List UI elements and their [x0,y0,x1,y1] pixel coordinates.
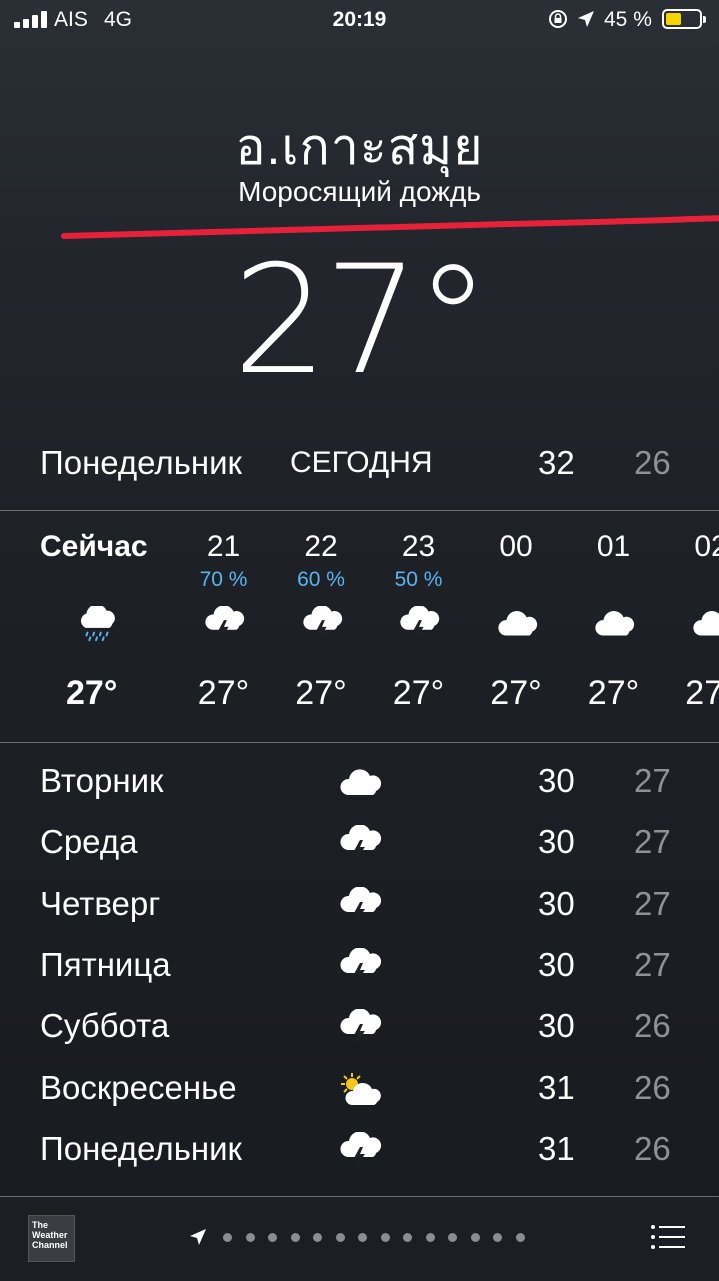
day-name: Понедельник [40,1130,242,1168]
page-dot[interactable] [516,1233,525,1242]
current-temperature: 27° [0,234,719,408]
daily-forecast-row: Воскресенье 31 26 [0,1059,719,1120]
thunderstorm-icon [338,1132,382,1170]
thunderstorm-icon [301,606,343,642]
day-low: 27 [634,946,671,984]
hour-temperature: 27° [663,674,719,713]
today-high: 32 [538,444,575,482]
daily-forecast-row: Среда 30 27 [0,813,719,874]
day-high: 31 [538,1130,575,1168]
day-name: Вторник [40,762,163,800]
day-low: 27 [634,762,671,800]
hour-label: 23 [370,530,467,564]
page-dot[interactable] [291,1233,300,1242]
daily-forecast-row: Четверг 30 27 [0,875,719,936]
day-name: Суббота [40,1007,169,1045]
day-low: 27 [634,885,671,923]
cloud-icon [496,606,538,642]
divider [0,510,719,511]
thunderstorm-icon [338,887,382,925]
page-dot[interactable] [471,1233,480,1242]
battery-percent: 45 % [604,8,652,32]
hour-label: 01 [565,530,662,564]
hour-temperature: 27° [273,674,370,713]
location-arrow-icon [576,9,596,29]
day-low: 26 [634,1007,671,1045]
thunderstorm-icon [338,825,382,863]
day-low: 27 [634,823,671,861]
day-high: 30 [538,823,575,861]
day-name: Пятница [40,946,171,984]
weather-channel-logo[interactable]: The Weather Channel [28,1215,75,1262]
day-low: 26 [634,1069,671,1107]
day-high: 30 [538,762,575,800]
today-day-name: Понедельник [40,444,242,482]
hour-temperature: 27° [565,674,662,713]
day-name: Среда [40,823,137,861]
page-dot[interactable] [268,1233,277,1242]
hour-label: 21 [175,530,272,564]
bottom-toolbar: The Weather Channel [0,1196,719,1281]
day-high: 30 [538,885,575,923]
page-dot[interactable] [246,1233,255,1242]
hourly-forecast-scroller[interactable]: Сейчас 27° 21 70 % 27° 22 60 % 27° 23 50 % 27° 00 27… [0,512,719,742]
list-icon[interactable] [650,1223,686,1251]
daily-forecast-row: Вторник 30 27 [0,752,719,813]
precip-chance: 70 % [175,568,272,592]
day-high: 31 [538,1069,575,1107]
thunderstorm-icon [398,606,440,642]
day-name: Воскресенье [40,1069,237,1107]
thunderstorm-icon [338,948,382,986]
day-high: 30 [538,1007,575,1045]
daily-forecast-row: Пятница 30 27 [0,936,719,997]
precip-chance: 60 % [273,568,370,592]
thunderstorm-icon [203,606,245,642]
page-dot[interactable] [493,1233,502,1242]
weather-condition: Моросящий дождь [0,176,719,208]
daily-forecast-row: Суббота 30 26 [0,997,719,1058]
precip-chance: 50 % [370,568,467,592]
hour-label: Сейчас [40,530,158,564]
cloud-icon [691,606,719,642]
day-name: Четверг [40,885,160,923]
thunderstorm-icon [338,1009,382,1047]
hour-temperature: 27° [468,674,565,713]
partly-sunny-icon [338,1071,382,1109]
today-summary-row: Понедельник СЕГОДНЯ 32 26 [0,444,719,488]
rotation-lock-icon [548,9,568,29]
hour-label: 22 [273,530,370,564]
day-low: 26 [634,1130,671,1168]
cloud-icon [593,606,635,642]
status-bar: AIS 4G 20:19 45 % [0,0,719,40]
battery-fill [666,13,681,25]
divider [0,742,719,743]
page-dot[interactable] [223,1233,232,1242]
hour-temperature: 27° [370,674,467,713]
page-dot[interactable] [336,1233,345,1242]
hour-temperature: 27° [175,674,272,713]
battery-icon [662,9,702,29]
page-dot[interactable] [313,1233,322,1242]
cloud-icon [338,764,382,802]
page-dot[interactable] [381,1233,390,1242]
hour-label: 02 [663,530,719,564]
day-high: 30 [538,946,575,984]
page-dot[interactable] [403,1233,412,1242]
today-low: 26 [634,444,671,482]
page-dot[interactable] [426,1233,435,1242]
location-arrow-icon[interactable] [188,1227,208,1247]
hour-label: 00 [468,530,565,564]
rain-cloud-icon [76,606,118,642]
page-dot[interactable] [448,1233,457,1242]
hour-temperature: 27° [40,674,184,713]
today-label: СЕГОДНЯ [290,446,433,480]
page-dot[interactable] [358,1233,367,1242]
daily-forecast-row: Понедельник 31 26 [0,1120,719,1181]
